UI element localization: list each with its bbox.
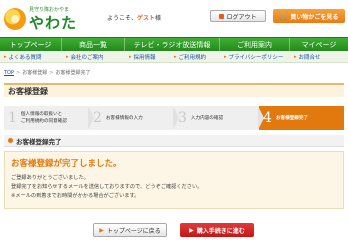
arrow-right-icon: ▶	[99, 226, 104, 234]
step-number: 3	[178, 110, 187, 126]
breadcrumb-separator: >	[16, 70, 21, 76]
back-to-top-button[interactable]: ▶ トップページに戻る	[93, 223, 167, 237]
section-heading-text: お客様登録完了	[16, 137, 62, 146]
step-number: 1	[8, 110, 17, 126]
breadcrumb-current: お客様登録完了	[55, 70, 91, 76]
completion-message-box: お客様登録が完了しました。 ご登録ありがとうございました。 登録完了をお知らせす…	[4, 151, 344, 209]
completion-line: ご登録ありがとうございました。	[11, 175, 89, 181]
completion-note: ※メールの到着までお時間がかかる場合がございます。	[11, 193, 140, 199]
back-to-top-label: トップページに戻る	[106, 227, 161, 235]
subnav-item-terms[interactable]: ご利用規約	[170, 52, 220, 62]
bullet-dot-icon	[8, 138, 13, 143]
subnav-item-privacy[interactable]: プライバシーポリシー	[220, 52, 290, 62]
step-1: 1 個人情報の取扱いと ご利用規約の同意確認	[4, 106, 94, 130]
subnav-item-recruit[interactable]: 採用情報	[125, 52, 170, 62]
step-chevron-icon	[88, 106, 94, 130]
step-label-line2: ご利用規約の同意確認	[20, 119, 67, 124]
completion-line: 登録完了をお知らせするメールを送信しておりますので、どうぞご確認ください。	[11, 184, 203, 190]
logout-label: ログアウト	[226, 13, 257, 21]
subnav-item-contact[interactable]: お問合せ	[290, 52, 348, 62]
nav-item-broadcast[interactable]: テレビ・ラジオ放送情報	[125, 38, 220, 51]
page-title: お客様登録	[4, 83, 344, 97]
step-chevron-icon	[173, 106, 179, 130]
step-number: 4	[263, 110, 272, 126]
logout-button[interactable]: ログアウト	[210, 10, 266, 22]
breadcrumb-level2[interactable]: お客様登録	[22, 70, 47, 76]
welcome-suffix: 様	[155, 15, 162, 22]
step-4-current: 4 お客様登録完了	[259, 106, 344, 130]
step-2: 2 お客様情報の入力	[89, 106, 179, 130]
site-logo[interactable]: 見守り隊おかやま やわた	[4, 6, 86, 34]
breadcrumb-separator: >	[49, 70, 54, 76]
step-label: 個人情報の取扱いと ご利用規約の同意確認	[21, 111, 67, 125]
cart-icon: 🛒	[279, 12, 289, 20]
lock-icon	[219, 13, 225, 19]
step-number: 2	[93, 110, 102, 126]
breadcrumb-home-link[interactable]: TOP	[4, 70, 14, 76]
step-chevron-icon	[258, 106, 264, 130]
logo-mark-icon	[4, 8, 26, 30]
arrow-right-icon: ▶	[189, 226, 194, 234]
subnav-item-faq[interactable]: よくある質問	[0, 52, 62, 62]
proceed-to-checkout-button[interactable]: ▶ 購入手続きに進む	[180, 223, 254, 237]
registration-steps: 1 個人情報の取扱いと ご利用規約の同意確認 2 お客様情報の入力 3 入力内容の…	[4, 106, 344, 130]
step-label-line1: 個人情報の取扱いと	[20, 112, 63, 117]
nav-item-top[interactable]: トップページ	[0, 38, 62, 51]
main-nav: トップページ 商品一覧 テレビ・ラジオ放送情報 ご利用案内 マイページ	[0, 37, 348, 51]
step-3: 3 入力内容の確認	[174, 106, 264, 130]
logo-text: やわた	[29, 14, 78, 32]
nav-item-products[interactable]: 商品一覧	[62, 38, 125, 51]
nav-item-mypage[interactable]: マイページ	[290, 38, 348, 51]
step-label: 入力内容の確認	[190, 115, 224, 121]
subnav-item-company[interactable]: 会社のご案内	[62, 52, 125, 62]
step-label: お客様情報の入力	[105, 115, 143, 121]
sub-nav: よくある質問 会社のご案内 採用情報 ご利用規約 プライバシーポリシー お問合せ	[0, 52, 348, 63]
nav-item-guide[interactable]: ご利用案内	[220, 38, 290, 51]
site-header: 見守り隊おかやま やわた ようこそ、ゲスト様 ログアウト 🛒 買い物かごを見る	[0, 0, 348, 36]
completion-title: お客様登録が完了しました。	[11, 159, 122, 169]
welcome-message: ようこそ、ゲスト様	[107, 13, 161, 22]
proceed-to-checkout-label: 購入手続きに進む	[196, 227, 245, 235]
section-heading: お客様登録完了	[4, 135, 344, 147]
view-cart-button[interactable]: 🛒 買い物かごを見る	[273, 9, 345, 23]
welcome-prefix: ようこそ、	[107, 15, 138, 22]
step-label: お客様登録完了	[275, 115, 309, 121]
breadcrumb: TOP > お客様登録 > お客様登録完了	[4, 69, 90, 76]
welcome-guest: ゲスト	[137, 15, 156, 22]
view-cart-label: 買い物かごを見る	[290, 13, 339, 21]
